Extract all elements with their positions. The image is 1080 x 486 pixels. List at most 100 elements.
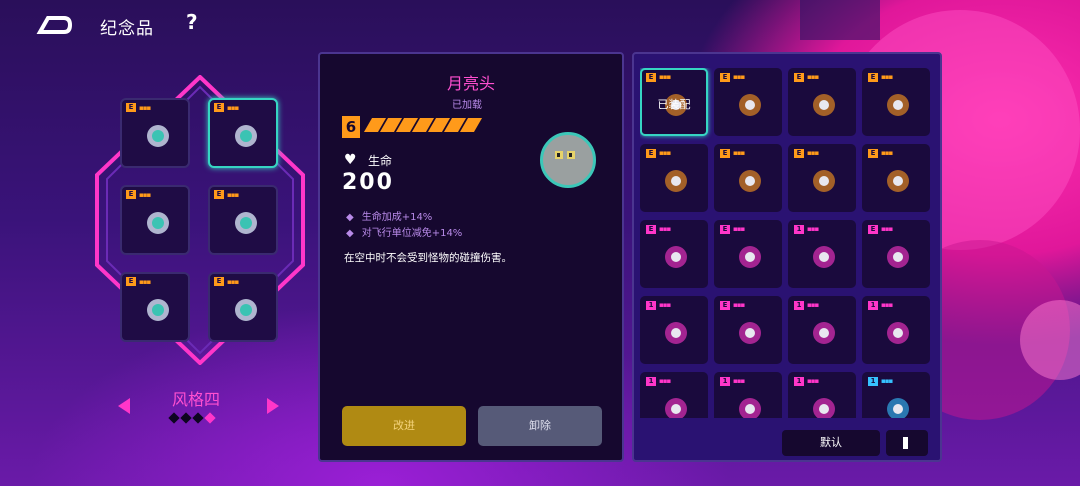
grade-tag: E — [646, 225, 656, 234]
grade-tag: E — [794, 149, 804, 158]
skull-mask-icon — [739, 170, 761, 192]
grade-tag: E — [868, 73, 878, 82]
level-pips: ▪▪▪ — [733, 301, 745, 309]
grade-tag: E — [214, 103, 224, 112]
level-pips: ▪▪▪ — [659, 377, 671, 385]
remove-button[interactable]: 卸除 — [478, 406, 602, 446]
level-pips: ▪▪▪ — [227, 191, 239, 199]
inventory-item[interactable]: E ▪▪▪ — [862, 68, 930, 136]
inventory-item[interactable]: E ▪▪▪ 已装配 — [640, 68, 708, 136]
level-pips: ▪▪▪ — [881, 73, 893, 81]
loadout-slot[interactable]: E ▪▪▪ — [120, 272, 190, 342]
cyan-orb-icon — [887, 322, 909, 344]
inventory-item[interactable]: E ▪▪▪ — [640, 220, 708, 288]
hooded-figure-icon — [665, 398, 687, 418]
loadout-slot[interactable]: E ▪▪▪ — [120, 185, 190, 255]
card-icon — [739, 322, 761, 344]
equipped-label: 已装配 — [657, 98, 691, 111]
level-pips: ▪▪▪ — [227, 278, 239, 286]
grade-tag: 1 — [868, 377, 878, 386]
top-bar: 纪念品 ? — [0, 0, 1080, 50]
flame-mask-icon — [739, 94, 761, 116]
help-button[interactable]: ? — [186, 10, 198, 34]
item-name: 月亮头 — [446, 74, 495, 93]
inventory-item[interactable]: E ▪▪▪ — [862, 220, 930, 288]
page-dot — [168, 412, 180, 424]
inventory-grid: E ▪▪▪ 已装配 E ▪▪▪ E ▪▪▪ E ▪▪▪ E ▪▪▪ E ▪▪▪ E ▪▪▪ E ▪▪▪ E ▪▪▪ E… — [640, 68, 938, 418]
banana-icon — [887, 94, 909, 116]
grade-tag: 1 — [720, 377, 730, 386]
inventory-item[interactable]: 1 ▪▪▪ — [714, 372, 782, 418]
bonus-line: 生命加成+14% — [346, 208, 433, 223]
loadout-slot[interactable]: E ▪▪▪ — [208, 185, 278, 255]
loadout-slot[interactable]: E ▪▪▪ — [208, 272, 278, 342]
inventory-item[interactable]: E ▪▪▪ — [862, 144, 930, 212]
inventory-item[interactable]: 1 ▪▪▪ — [788, 296, 856, 364]
inventory-item[interactable]: 1 ▪▪▪ — [640, 372, 708, 418]
inventory-item[interactable]: E ▪▪▪ — [714, 296, 782, 364]
level-pips: ▪▪▪ — [807, 301, 819, 309]
souvenir-detail-panel: 月亮头 已加载 6 ♥ 生命 200 生命加成+14% 对飞行单位减免+14% … — [318, 52, 624, 462]
grade-tag: E — [126, 190, 136, 199]
prev-style-arrow[interactable] — [118, 398, 130, 414]
blaster-icon — [147, 125, 169, 147]
grade-tag: 1 — [794, 301, 804, 310]
level-pips: ▪▪▪ — [807, 149, 819, 157]
sort-order-button[interactable] — [886, 430, 928, 456]
page-dot — [192, 412, 204, 424]
battery-icon — [147, 212, 169, 234]
star-rating — [363, 118, 483, 132]
inventory-item[interactable]: 1 ▪▪▪ — [788, 220, 856, 288]
inventory-item[interactable]: E ▪▪▪ — [640, 144, 708, 212]
level-pips: ▪▪▪ — [881, 301, 893, 309]
inventory-item[interactable]: 1 ▪▪▪ — [862, 296, 930, 364]
grade-tag: E — [868, 149, 878, 158]
grade-tag: E — [720, 225, 730, 234]
stat-value: 200 — [342, 170, 394, 195]
bandage-icon — [813, 398, 835, 418]
grade-tag: E — [646, 73, 656, 82]
item-description: 在空中时不会受到怪物的碰撞伤害。 — [344, 252, 512, 264]
default-sort-button[interactable]: 默认 — [782, 430, 880, 456]
cog-orb-icon — [813, 94, 835, 116]
grade-tag: E — [126, 277, 136, 286]
grade-tag: E — [794, 73, 804, 82]
upgrade-button[interactable]: 改进 — [342, 406, 466, 446]
inventory-item[interactable]: 1 ▪▪▪ — [640, 296, 708, 364]
treasure-box-icon — [665, 246, 687, 268]
loadout-slot[interactable]: E ▪▪▪ — [208, 98, 278, 168]
level-pips: ▪▪▪ — [733, 377, 745, 385]
inventory-item[interactable]: E ▪▪▪ — [714, 144, 782, 212]
level-pips: ▪▪▪ — [733, 225, 745, 233]
level-pips: ▪▪▪ — [139, 191, 151, 199]
back-icon[interactable] — [36, 12, 72, 38]
next-style-arrow[interactable] — [267, 398, 279, 414]
grade-tag: 1 — [646, 301, 656, 310]
level-pips: ▪▪▪ — [659, 301, 671, 309]
blue-gem-icon — [813, 170, 835, 192]
moon-head-icon — [235, 125, 257, 147]
inventory-panel: E ▪▪▪ 已装配 E ▪▪▪ E ▪▪▪ E ▪▪▪ E ▪▪▪ E ▪▪▪ E ▪▪▪ E ▪▪▪ E ▪▪▪ E… — [632, 52, 942, 462]
inventory-item[interactable]: 1 ▪▪▪ — [862, 372, 930, 418]
level-pips: ▪▪▪ — [139, 104, 151, 112]
horse-head-icon — [235, 299, 257, 321]
bowl-icon — [739, 398, 761, 418]
loadout-slot[interactable]: E ▪▪▪ — [120, 98, 190, 168]
page-dot — [204, 412, 216, 424]
inventory-item[interactable]: E ▪▪▪ — [714, 220, 782, 288]
grade-tag: E — [214, 190, 224, 199]
inventory-item[interactable]: E ▪▪▪ — [788, 68, 856, 136]
demon-face-icon — [739, 246, 761, 268]
grade-tag: 1 — [646, 377, 656, 386]
grade-badge: 6 — [342, 116, 360, 138]
grade-tag: E — [720, 73, 730, 82]
grade-tag: 1 — [794, 377, 804, 386]
inventory-item[interactable]: 1 ▪▪▪ — [788, 372, 856, 418]
style-page-dots — [168, 412, 216, 424]
inventory-item[interactable]: E ▪▪▪ — [788, 144, 856, 212]
grade-tag: E — [646, 149, 656, 158]
berries-icon — [665, 322, 687, 344]
level-pips: ▪▪▪ — [659, 73, 671, 81]
inventory-item[interactable]: E ▪▪▪ — [714, 68, 782, 136]
level-pips: ▪▪▪ — [881, 377, 893, 385]
